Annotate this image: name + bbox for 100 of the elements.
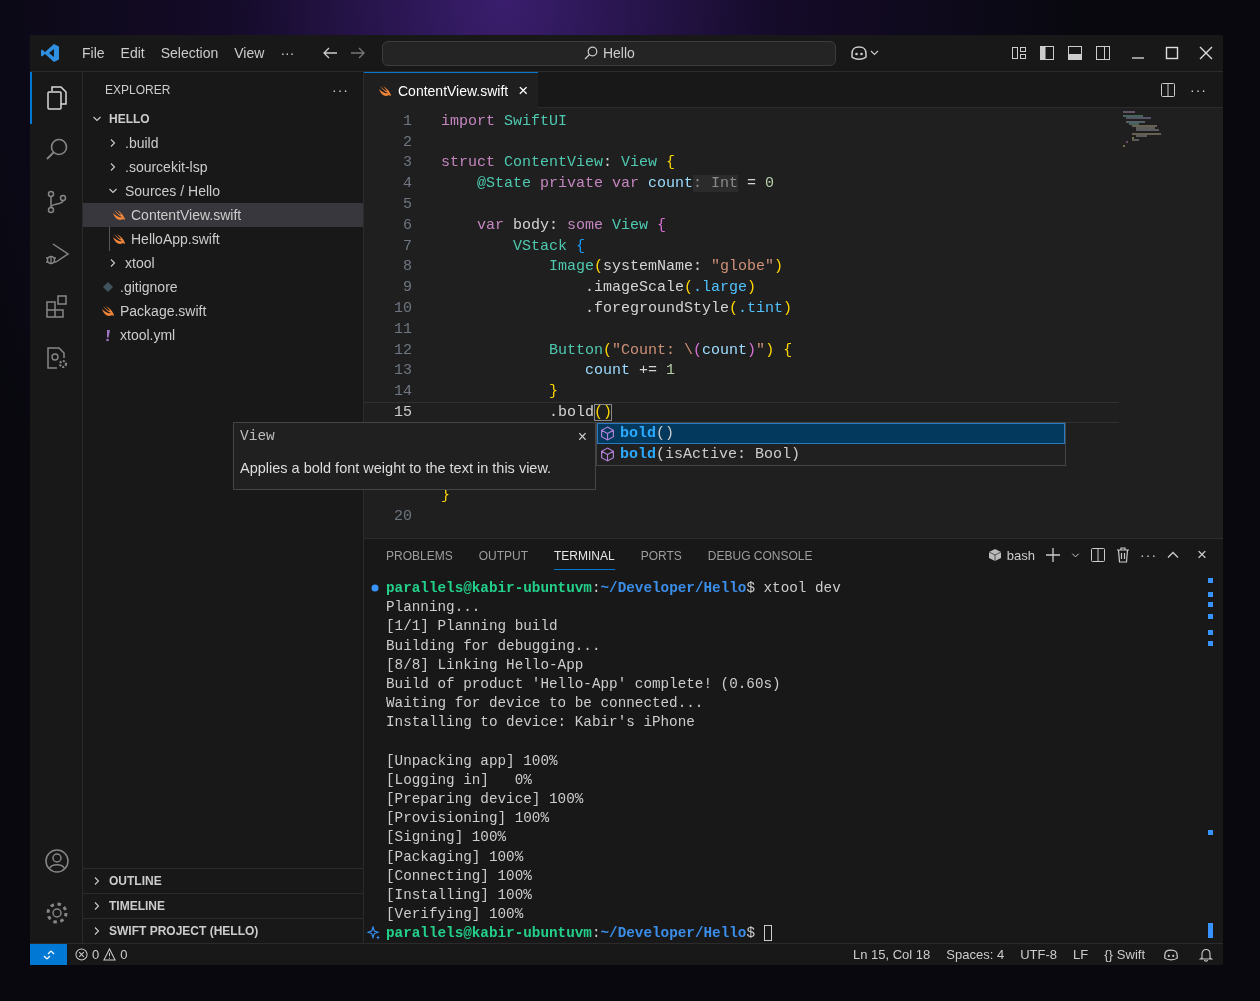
code-line: VStack { (512, 237, 586, 255)
copilot-icon[interactable] (1163, 947, 1179, 962)
back-arrow-icon[interactable] (322, 46, 339, 60)
file-tree-item[interactable]: xtool.yml (83, 323, 363, 347)
line-number: 8 (403, 258, 412, 276)
trash-icon[interactable] (1116, 547, 1131, 564)
panel-tab[interactable]: PROBLEMS (386, 540, 453, 570)
tooltip-title: View (240, 428, 275, 446)
code-line: import SwiftUI (441, 112, 568, 130)
tab-close-button[interactable]: × (518, 80, 529, 101)
more-actions-button[interactable]: ··· (1140, 547, 1158, 564)
app-logo-icon (40, 43, 60, 63)
sparkle-icon[interactable] (367, 926, 381, 941)
chevron-right-icon (92, 926, 102, 936)
bell-icon[interactable] (1199, 947, 1213, 962)
more-actions-button[interactable]: ··· (332, 81, 349, 98)
secondary-sidebar-icon[interactable] (1095, 45, 1111, 61)
line-number: 10 (394, 300, 412, 318)
status-item[interactable]: UTF-8 (1012, 947, 1065, 962)
status-item[interactable]: Spaces: 4 (938, 947, 1013, 962)
error-icon (75, 948, 88, 961)
close-icon[interactable] (1199, 46, 1213, 60)
problems-status[interactable]: 0 0 (67, 947, 136, 962)
sidebar-section-header[interactable]: TIMELINE (83, 893, 363, 918)
panel-tab[interactable]: TERMINAL (554, 540, 615, 570)
panel-tab[interactable]: DEBUG CONSOLE (707, 540, 813, 570)
terminal-output: [Verifying] 100% (386, 906, 524, 923)
line-number: 5 (403, 196, 412, 214)
file-tree-item[interactable]: Package.swift (83, 299, 363, 323)
sidebar-section-header[interactable]: OUTLINE (83, 868, 363, 893)
file-tree-item[interactable]: ContentView.swift (83, 203, 363, 227)
language-mode-button[interactable]: {} Swift (1096, 947, 1153, 962)
file-tree-item[interactable]: HelloApp.swift (83, 227, 363, 251)
terminal-output: [1/1] Planning build (386, 618, 558, 635)
suggestion-item[interactable]: bold() (597, 423, 1065, 444)
suggestion-item[interactable]: bold(isActive: Bool) (597, 444, 1065, 465)
chevron-right-icon (108, 258, 118, 268)
swift-bird-icon (112, 233, 126, 245)
close-button[interactable]: × (577, 428, 587, 446)
editor-tab[interactable]: ContentView.swift × (364, 72, 539, 108)
panel-tab[interactable]: OUTPUT (478, 540, 529, 570)
terminal-output: Waiting for device to be connected... (386, 695, 704, 712)
plus-icon[interactable] (1045, 547, 1062, 564)
cube-icon (600, 426, 615, 441)
file-tree-item[interactable]: .sourcekit-lsp (83, 155, 363, 179)
code-line: var body: some View { (476, 216, 667, 234)
copilot-icon[interactable] (850, 45, 881, 61)
terminal-output: [Provisioning] 100% (386, 810, 549, 827)
file-tree-item[interactable]: Sources / Hello (83, 179, 363, 203)
tooltip-text: Applies a bold font weight to the text in this view. (240, 460, 553, 476)
line-number: 7 (403, 237, 412, 255)
terminal-output: [8/8] Linking Hello-App (386, 656, 584, 673)
code-line: struct ContentView: View { (441, 154, 676, 172)
forward-arrow-icon[interactable] (350, 46, 367, 60)
file-tree-item[interactable]: xtool (83, 251, 363, 275)
line-number: 2 (403, 133, 412, 151)
terminal-output: [Packaging] 100% (386, 848, 524, 865)
line-number: 6 (403, 216, 412, 234)
maximize-icon[interactable] (1165, 46, 1179, 60)
terminal-output: [Signing] 100% (386, 829, 507, 846)
code-line: .foregroundStyle(.tint) (584, 300, 793, 318)
status-item[interactable]: LF (1064, 947, 1097, 962)
panel-toggle-icon[interactable] (1067, 45, 1083, 61)
line-number: 11 (394, 320, 412, 338)
warning-icon (103, 948, 117, 961)
diamond-icon (102, 281, 114, 293)
panel-tab[interactable]: PORTS (640, 540, 682, 570)
line-number: 14 (394, 383, 412, 401)
command-center-search[interactable]: Hello (382, 40, 837, 66)
line-number: 9 (403, 279, 412, 297)
layout-icon[interactable] (1011, 45, 1027, 61)
status-item[interactable]: Ln 15, Col 18 (844, 947, 939, 962)
split-terminal-icon[interactable] (1090, 547, 1107, 564)
more-actions-button[interactable]: ··· (1190, 81, 1207, 98)
cube-icon (600, 447, 615, 462)
swift-bird-icon (378, 84, 392, 97)
chevron-right-icon (108, 138, 118, 148)
close-panel-button[interactable]: × (1197, 545, 1207, 566)
terminal-prompt: parallels@kabir-ubuntuvm:~/Developer/Hello$ (386, 925, 755, 942)
status-dot-icon (371, 584, 379, 593)
split-editor-icon[interactable] (1160, 81, 1176, 98)
terminal-profile-button[interactable]: bash (987, 547, 1036, 563)
menu-item[interactable]: Edit (112, 45, 153, 61)
menu-item[interactable]: Selection (152, 45, 227, 61)
terminal-output: Planning... (386, 599, 481, 616)
files-icon (44, 85, 70, 111)
code-line: .bold() (548, 404, 613, 422)
chevron-right-icon (108, 162, 118, 172)
folder-header[interactable]: HELLO (83, 107, 363, 131)
file-tree-item[interactable]: .gitignore (83, 275, 363, 299)
line-number: 13 (394, 362, 412, 380)
code-line: Image(systemName: "globe") (548, 258, 784, 276)
menu-item[interactable]: View (226, 45, 273, 61)
chevron-right-icon (92, 901, 102, 911)
code-line: } (548, 383, 559, 401)
menu-item[interactable]: ··· (272, 45, 303, 61)
terminal-output: [Logging in] 0% (386, 771, 532, 788)
file-tree-item[interactable]: .build (83, 131, 363, 155)
sidebar-toggle-icon[interactable] (1039, 45, 1055, 61)
menu-item[interactable]: File (74, 45, 113, 61)
